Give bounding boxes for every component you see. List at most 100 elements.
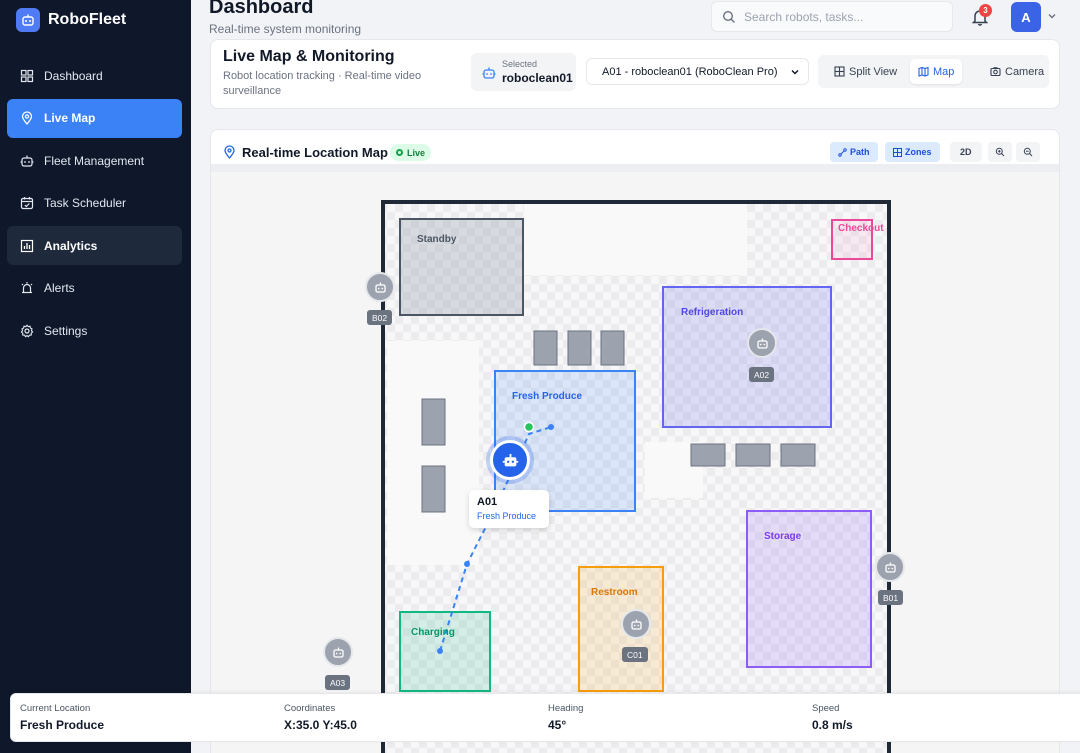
path-point [437,648,443,654]
page-subtitle: Real-time system monitoring [209,22,362,36]
map-pin-icon [224,145,235,159]
search-input[interactable] [744,9,944,24]
sidebar-item-label: Task Scheduler [44,196,127,210]
status-heading-value: 45° [548,718,567,732]
robot-icon [332,647,344,658]
zoom-in-icon [995,147,1005,157]
robot-tag-b01: B01 [878,590,904,605]
live-badge: Live [390,144,432,161]
alarm-icon [21,282,33,294]
path-point [548,424,554,430]
robot-marker-b02[interactable] [365,272,395,302]
chevron-down-icon [791,69,799,75]
map-view-label: Map [933,65,955,78]
dashboard-icon [20,69,34,82]
sidebar: RoboFleet Dashboard Live Map Fleet Manag… [0,0,191,753]
zone-charging[interactable] [399,611,491,692]
page-title: Dashboard [209,0,314,18]
sidebar-item-dashboard[interactable]: Dashboard [7,56,182,95]
view-mode-button[interactable]: 2D [950,142,982,162]
robot-marker-c01[interactable] [621,609,651,639]
map-pin-icon [21,111,33,125]
robot-info-name: A01 [477,496,498,508]
zoom-out-button[interactable] [1016,142,1040,162]
avatar[interactable]: A [1011,2,1041,32]
robot-marker-a02[interactable] [747,328,777,358]
chevron-down-icon[interactable] [1047,11,1057,21]
status-heading: Heading 45° [548,703,583,732]
zone-label-storage: Storage [764,531,802,542]
view-toggle: Split View Map Camera [818,55,1049,88]
robot-tag-a03: A03 [325,675,351,690]
map-view-button[interactable]: Map [910,59,963,84]
selected-label: Selected [502,59,538,69]
zone-label-standby: Standby [417,234,457,245]
robot-marker-a03[interactable] [323,637,353,667]
status-coordinates-value: X:35.0 Y:45.0 [284,718,357,732]
robot-logo-icon [16,8,40,32]
sidebar-item-label: Dashboard [44,68,103,83]
status-dot [523,421,535,433]
status-coordinates: Coordinates X:35.0 Y:45.0 [284,703,357,732]
map-title: Real-time Location Map [242,145,388,160]
status-heading-label: Heading [548,703,584,714]
corridor [524,204,747,275]
zone-label-refrigeration: Refrigeration [681,307,744,318]
robot-tag-c01: C01 [622,647,648,662]
path-toggle-button[interactable]: Path [830,142,878,162]
robot-icon [502,453,518,466]
status-location-value: Fresh Produce [20,718,105,732]
sidebar-item-label: Analytics [44,238,98,253]
calendar-icon [20,197,34,210]
search-box [711,1,953,32]
robot-icon [756,338,768,349]
zoom-in-button[interactable] [988,142,1012,162]
camera-icon [990,67,1001,77]
robot-info-popup: A01 Fresh Produce [469,490,549,528]
zone-label-checkout: Checkout [838,223,884,234]
status-location: Current Location Fresh Produce [20,703,104,732]
sidebar-item-settings[interactable]: Settings [7,311,182,350]
robot-marker-a01[interactable] [490,440,530,480]
gear-icon [20,323,34,337]
live-dot-icon [396,149,403,156]
split-view-label: Split View [849,65,898,78]
monitoring-title: Live Map & Monitoring [223,48,395,65]
sidebar-item-label: Alerts [44,281,75,295]
split-view-button[interactable]: Split View [826,59,905,84]
sidebar-item-task-scheduler[interactable]: Task Scheduler [7,184,182,223]
status-speed-value: 0.8 m/s [812,718,853,732]
sidebar-nav: Dashboard Live Map Fleet Management Task… [7,56,182,354]
monitoring-card: Live Map & Monitoring Robot location tra… [210,39,1060,109]
path-label: Path [850,147,870,157]
robot-select[interactable]: A01 - roboclean01 (RoboClean Pro) [586,58,809,85]
sidebar-item-analytics[interactable]: Analytics [7,226,182,265]
zoom-out-icon [1023,147,1033,157]
sidebar-item-live-map[interactable]: Live Map [7,98,182,138]
live-label: Live [407,147,426,158]
zone-label-restroom: Restroom [591,587,638,598]
sidebar-item-label: Live Map [44,111,96,125]
brand-name: RoboFleet [48,11,127,28]
status-coordinates-label: Coordinates [284,703,336,714]
corridor [387,341,479,565]
camera-view-label: Camera [1005,65,1045,78]
sidebar-item-alerts[interactable]: Alerts [7,269,182,308]
split-view-icon [834,66,845,77]
robot-icon [482,67,496,79]
notification-badge: 3 [979,4,992,17]
status-speed: Speed 0.8 m/s [812,703,853,732]
brand[interactable]: RoboFleet [16,8,126,32]
sidebar-item-fleet-management[interactable]: Fleet Management [7,141,182,180]
zone-label-charging: Charging [411,627,455,638]
robot-info-zone: Fresh Produce [477,511,537,521]
map-icon [918,66,929,77]
robot-marker-b01[interactable] [875,552,905,582]
search-icon [722,10,735,23]
map-canvas[interactable]: Standby Checkout Refrigeration Fresh Pro… [211,164,1059,753]
sidebar-item-label: Fleet Management [44,153,145,168]
robot-select-value: A01 - roboclean01 (RoboClean Pro) [602,65,778,78]
camera-view-button[interactable]: Camera [982,59,1052,84]
status-location-label: Current Location [20,703,91,714]
zones-toggle-button[interactable]: Zones [885,142,940,162]
